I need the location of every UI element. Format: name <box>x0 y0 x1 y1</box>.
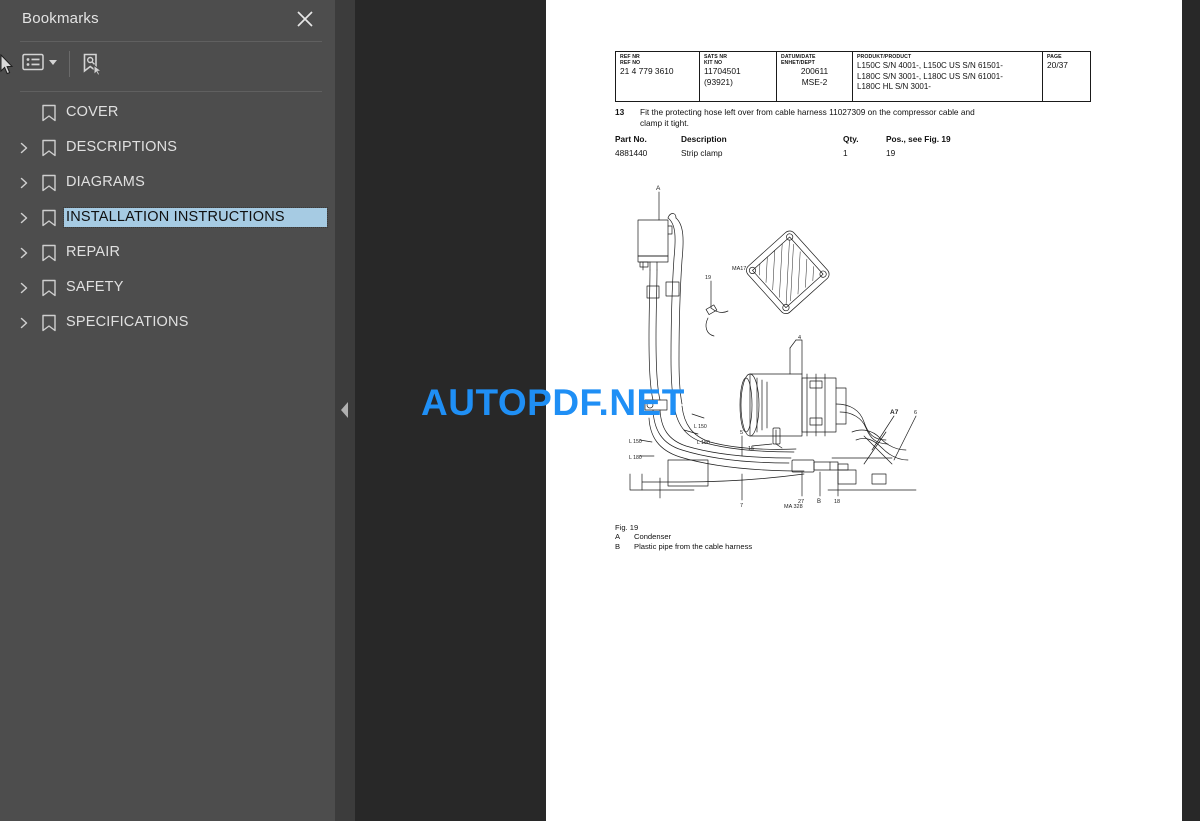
parts-table: Part No. Description Qty. Pos., see Fig. 19… <box>615 134 1015 162</box>
table-cell-date: DATUM/DATE ENHET/DEPT 200611 MSE-2 <box>777 52 853 101</box>
legend-key: A <box>615 532 621 542</box>
bookmark-label: DIAGRAMS <box>66 174 145 190</box>
pdf-page: REF NR REF NO 21 4 779 3610 SATS NR KIT … <box>546 0 1182 821</box>
chevron-right-icon[interactable] <box>17 176 31 190</box>
figure-callout-l150-a: L 150 <box>694 424 707 430</box>
chevron-right-icon[interactable] <box>17 141 31 155</box>
bookmark-label: REPAIR <box>66 244 121 260</box>
bookmark-icon <box>41 139 57 157</box>
figure-legend-item: B Plastic pipe from the cable harness <box>615 542 752 551</box>
bookmark-icon <box>41 314 57 332</box>
bookmark-item-specifications[interactable]: SPECIFICATIONS <box>0 305 335 340</box>
bookmark-icon <box>41 279 57 297</box>
bookmark-label: SAFETY <box>66 279 124 295</box>
figure-drawing-number: MA 328 <box>784 504 803 510</box>
bookmark-item-repair[interactable]: REPAIR <box>0 235 335 270</box>
legend-text: Plastic pipe from the cable harness <box>634 541 753 551</box>
list-options-icon[interactable] <box>22 53 57 71</box>
legend-text: Condenser <box>634 532 672 542</box>
product-value-2: L180C S/N 3001-, L180C US S/N 61001- <box>857 71 1003 81</box>
instruction-text: Fit the protecting hose left over from c… <box>640 107 975 128</box>
figure-caption: Fig. 19 A Condenser B Plastic pipe from the… <box>615 523 752 551</box>
legend-key: B <box>615 541 621 551</box>
figure-callout-l150-b: L 150 <box>629 439 642 445</box>
ref-value: 21 4 779 3610 <box>620 66 674 77</box>
collapse-sidebar-arrow-icon[interactable] <box>339 398 351 422</box>
figure-legend: A Condenser B Plastic pipe from the cable h… <box>615 532 752 551</box>
find-bookmark-icon[interactable] <box>80 52 104 76</box>
bookmark-label: INSTALLATION INSTRUCTIONS <box>63 207 328 228</box>
parts-table-header-row: Part No. Description Qty. Pos., see Fig. 19 <box>615 134 1015 148</box>
bookmark-label: SPECIFICATIONS <box>66 314 189 330</box>
bookmark-list: COVER DESCRIPTIONS DIAGRAMS INSTALLATION IN… <box>0 95 335 340</box>
figure-legend-item: A Condenser <box>615 532 752 541</box>
bookmark-label: DESCRIPTIONS <box>66 139 178 155</box>
kit-value-2: (93921) <box>704 77 733 87</box>
table-cell-ref: REF NR REF NO 21 4 779 3610 <box>616 52 700 101</box>
kit-value-1: 11704501 <box>704 66 741 77</box>
toolbar-divider-rule <box>20 91 322 92</box>
figure-callout-15: 15 <box>748 446 754 452</box>
table-cell-kit: SATS NR KIT NO 11704501 (93921) <box>700 52 777 101</box>
parts-cell-3: 19 <box>886 148 896 158</box>
bookmark-icon <box>41 174 57 192</box>
document-header-table: REF NR REF NO 21 4 779 3610 SATS NR KIT … <box>615 51 1091 102</box>
technical-figure: A 19 MA17 4 L 150 L 180 L 150 L 180 5 15… <box>624 178 934 518</box>
parts-cell-1: Strip clamp <box>681 148 723 158</box>
parts-table-row: 4881440 Strip clamp 1 19 <box>615 148 1015 162</box>
bookmarks-toolbar <box>0 42 335 91</box>
bookmark-item-diagrams[interactable]: DIAGRAMS <box>0 165 335 200</box>
figure-callout-l180-b: L 180 <box>629 455 642 461</box>
figure-callout-a: A <box>656 185 661 192</box>
date-value-1: 200611 <box>800 66 829 77</box>
parts-cell-0: 4881440 <box>615 148 648 158</box>
figure-callout-5: 5 <box>740 430 743 436</box>
panel-title: Bookmarks <box>22 10 99 27</box>
bookmark-item-descriptions[interactable]: DESCRIPTIONS <box>0 130 335 165</box>
figure-callout-l180-a: L 180 <box>697 440 710 446</box>
chevron-down-icon <box>49 59 57 65</box>
bookmark-icon <box>41 104 57 122</box>
close-icon[interactable] <box>294 8 316 30</box>
chevron-right-icon[interactable] <box>17 246 31 260</box>
parts-header-1: Description <box>681 134 727 144</box>
parts-header-0: Part No. <box>615 134 647 144</box>
figure-callout-19: 19 <box>705 275 711 281</box>
parts-cell-2: 1 <box>843 148 848 158</box>
bookmark-label: COVER <box>66 104 119 120</box>
bookmark-item-cover[interactable]: COVER <box>0 95 335 130</box>
figure-callout-4: 4 <box>798 335 801 341</box>
date-value-2: MSE-2 <box>801 77 828 87</box>
figure-callout-a7: A7 <box>890 409 899 416</box>
parts-header-3: Pos., see Fig. 19 <box>886 134 951 144</box>
chevron-right-icon[interactable] <box>17 211 31 225</box>
bookmark-icon <box>41 209 57 227</box>
figure-callout-18: 18 <box>834 499 840 505</box>
figure-callout-b: B <box>817 499 821 505</box>
chevron-right-icon[interactable] <box>17 281 31 295</box>
figure-callout-6: 6 <box>914 410 917 416</box>
page-value: 20/37 <box>1047 60 1068 71</box>
figure-callout-7: 7 <box>740 503 743 509</box>
sidebar-splitter[interactable] <box>335 0 355 821</box>
table-cell-product: PRODUKT/PRODUCT L150C S/N 4001-, L150C U… <box>853 52 1043 101</box>
chevron-right-icon[interactable] <box>17 316 31 330</box>
instruction-number: 13 <box>615 107 625 117</box>
figure-callout-ma17: MA17 <box>732 266 746 272</box>
pdf-viewer-window: Bookmarks COVER DESCRIPTIONS DIAGRAMS IN… <box>0 0 1200 821</box>
figure-caption-title: Fig. 19 <box>615 523 639 532</box>
toolbar-divider <box>69 51 70 77</box>
product-head: PRODUKT/PRODUCT <box>857 54 912 60</box>
bookmark-item-installation-instructions[interactable]: INSTALLATION INSTRUCTIONS <box>0 200 335 235</box>
product-value-3: L180C HL S/N 3001- <box>857 81 931 91</box>
bookmarks-header: Bookmarks <box>0 0 335 41</box>
parts-header-2: Qty. <box>843 134 859 144</box>
bookmark-icon <box>41 244 57 262</box>
product-value-1: L150C S/N 4001-, L150C US S/N 61501- <box>857 61 1003 71</box>
document-viewer[interactable]: REF NR REF NO 21 4 779 3610 SATS NR KIT … <box>355 0 1200 821</box>
table-cell-page: PAGE 20/37 <box>1043 52 1090 101</box>
bookmark-item-safety[interactable]: SAFETY <box>0 270 335 305</box>
bookmarks-sidebar: Bookmarks COVER DESCRIPTIONS DIAGRAMS IN… <box>0 0 335 821</box>
